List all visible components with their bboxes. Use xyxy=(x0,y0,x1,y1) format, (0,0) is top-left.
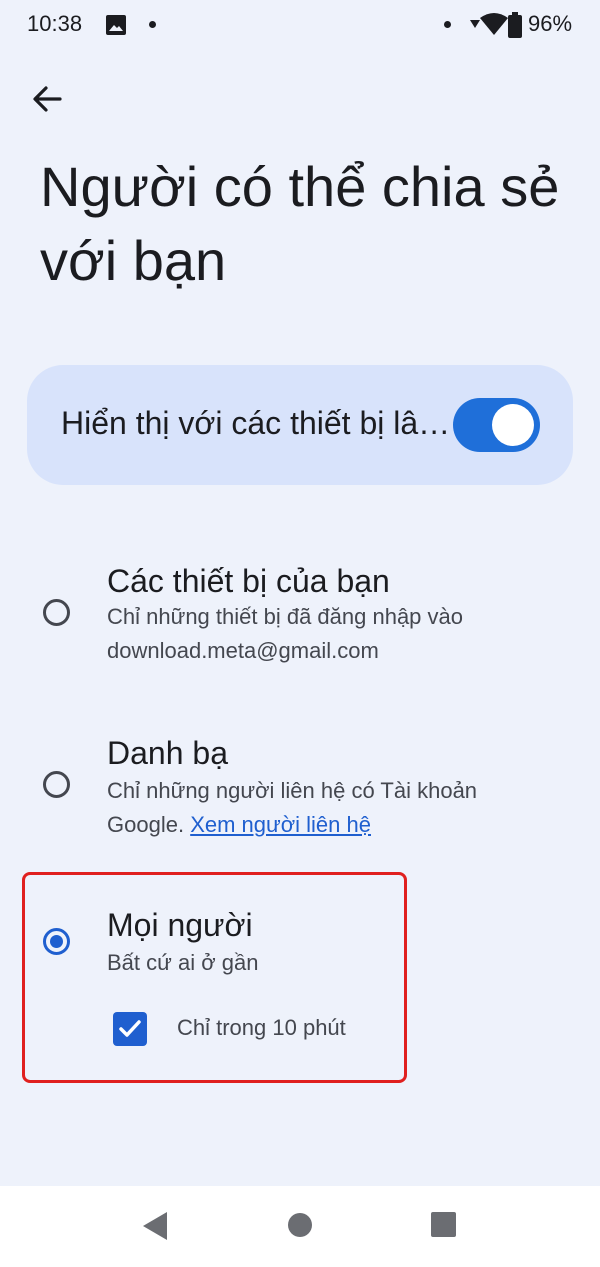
notification-dot-icon xyxy=(149,21,156,28)
radio-your-devices[interactable] xyxy=(43,599,70,626)
toggle-knob xyxy=(492,404,534,446)
radio-contacts[interactable] xyxy=(43,771,70,798)
notification-dot-icon xyxy=(444,21,451,28)
signal-icon xyxy=(470,20,480,28)
status-time: 10:38 xyxy=(27,11,83,36)
visibility-label: Hiển thị với các thiết bị lân cận xyxy=(61,405,451,441)
option-description: Bất cứ ai ở gần xyxy=(107,950,259,975)
option-title: Mọi người xyxy=(107,907,253,943)
nav-back-icon[interactable] xyxy=(143,1212,169,1240)
checkbox-label: Chỉ trong 10 phút xyxy=(177,1015,346,1040)
option-contacts[interactable]: Danh bạ Chỉ những người liên hệ có Tài k… xyxy=(27,733,573,843)
check-icon xyxy=(119,1020,141,1037)
option-everyone[interactable]: Mọi người Bất cứ ai ở gần xyxy=(27,905,573,995)
option-your-devices[interactable]: Các thiết bị của bạn Chỉ những thiết bị … xyxy=(27,555,573,675)
option-description: Chỉ những người liên hệ có Tài khoản Goo… xyxy=(107,774,547,842)
arrow-back-icon xyxy=(33,86,62,112)
nav-recents-icon[interactable] xyxy=(431,1212,456,1237)
page-title: Người có thể chia sẻ với bạn xyxy=(40,155,560,292)
radio-everyone[interactable] xyxy=(43,928,70,955)
option-title: Danh bạ xyxy=(107,735,228,771)
battery-icon xyxy=(508,12,522,38)
status-bar: 10:38 96% xyxy=(0,0,600,52)
nav-home-icon[interactable] xyxy=(287,1212,313,1238)
battery-percent: 96% xyxy=(528,11,573,36)
navigation-bar xyxy=(0,1186,600,1267)
view-contacts-link[interactable]: Xem người liên hệ xyxy=(190,812,371,837)
wifi-icon xyxy=(480,13,508,35)
ten-minutes-checkbox[interactable] xyxy=(113,1012,147,1046)
visibility-card[interactable]: Hiển thị với các thiết bị lân cận xyxy=(27,365,573,485)
option-description: Chỉ những thiết bị đã đăng nhập vào down… xyxy=(107,604,463,663)
visibility-toggle[interactable] xyxy=(453,398,540,452)
option-title: Các thiết bị của bạn xyxy=(107,563,390,599)
back-button[interactable] xyxy=(22,76,72,122)
image-icon xyxy=(106,15,126,35)
